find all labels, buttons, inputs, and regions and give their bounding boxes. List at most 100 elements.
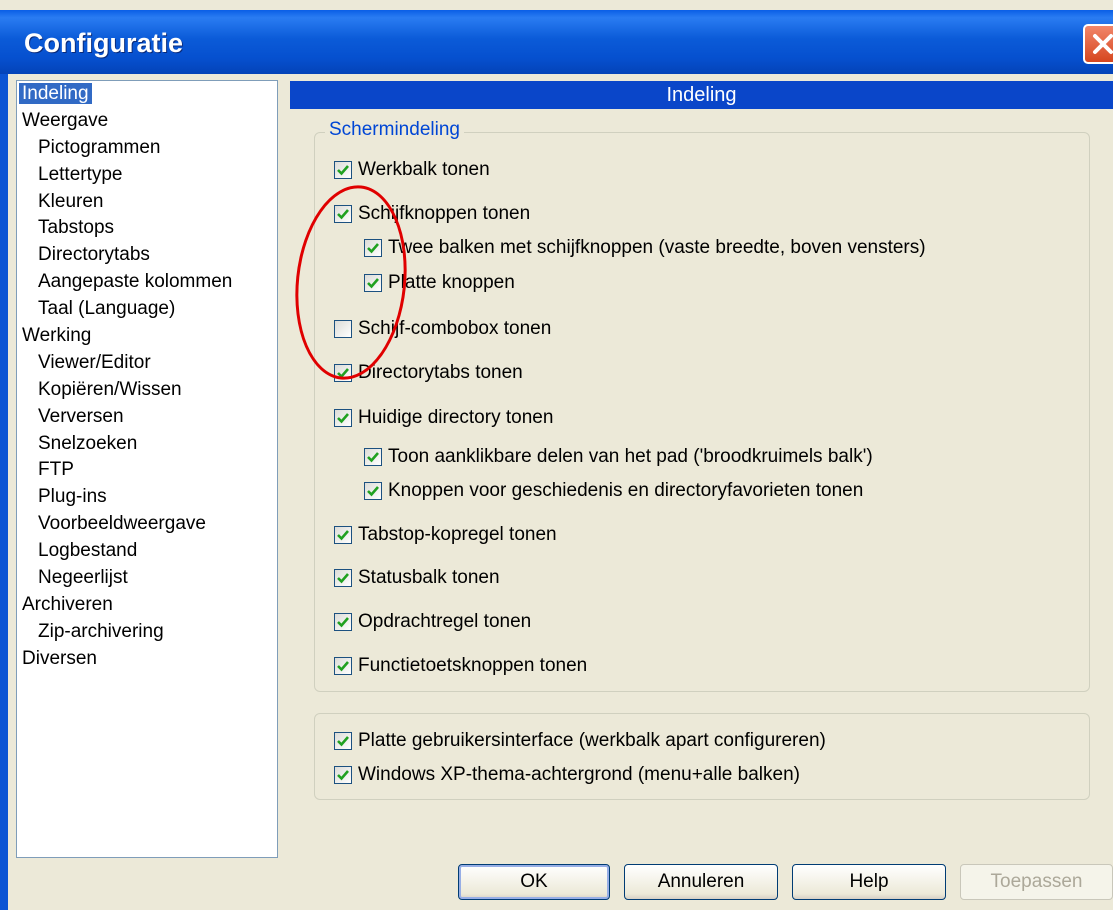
option-label: Functietoetsknoppen tonen xyxy=(358,655,588,676)
check-icon xyxy=(337,530,349,541)
option-label: Twee balken met schijfknoppen (vaste bre… xyxy=(388,237,926,258)
tree-item-label: Taal (Language) xyxy=(38,298,176,320)
check-icon xyxy=(337,661,349,672)
checkbox[interactable] xyxy=(334,732,352,750)
tree-item-label: Lettertype xyxy=(38,163,123,185)
tree-item-label: Snelzoeken xyxy=(38,432,138,454)
tree-item-label: Kleuren xyxy=(38,190,104,212)
title-bar[interactable]: Configuratie xyxy=(0,10,1113,74)
tree-item-label: Indeling xyxy=(19,83,92,104)
tree-item-label: Tabstops xyxy=(38,217,115,239)
check-icon xyxy=(337,736,349,747)
checkbox[interactable] xyxy=(334,364,352,382)
tree-item[interactable]: Werking xyxy=(17,323,277,350)
option-label: Opdrachtregel tonen xyxy=(358,611,532,632)
checkbox[interactable] xyxy=(334,657,352,675)
checkbox[interactable] xyxy=(364,482,382,500)
tree-item-label: Directorytabs xyxy=(38,244,150,266)
tree-item-label: Archiveren xyxy=(22,593,113,615)
tree-item[interactable]: Snelzoeken xyxy=(17,431,277,458)
checkbox[interactable] xyxy=(334,320,352,338)
check-icon xyxy=(337,573,349,584)
tree-item-label: Voorbeeldweergave xyxy=(38,513,206,535)
ok-button[interactable]: OK xyxy=(458,864,610,900)
checkbox[interactable] xyxy=(334,613,352,631)
tree-item-label: Werking xyxy=(22,325,92,347)
tree-item[interactable]: Logbestand xyxy=(17,538,277,565)
tree-item[interactable]: Aangepaste kolommen xyxy=(17,269,277,296)
tree-item[interactable]: Archiveren xyxy=(17,592,277,619)
tree-item[interactable]: Lettertype xyxy=(17,162,277,189)
tree-item-label: Logbestand xyxy=(38,540,138,562)
check-icon xyxy=(337,413,349,424)
tree-item[interactable]: Pictogrammen xyxy=(17,135,277,162)
tree-item-label: FTP xyxy=(38,459,74,481)
interface-group xyxy=(314,713,1090,800)
tree-item[interactable]: Negeerlijst xyxy=(17,565,277,592)
tree-item[interactable]: Indeling xyxy=(17,81,277,108)
checkbox[interactable] xyxy=(364,448,382,466)
window-frame-left xyxy=(0,74,8,910)
tree-item[interactable]: Plug-ins xyxy=(17,484,277,511)
tree-item-label: Kopiëren/Wissen xyxy=(38,378,182,400)
option-label: Knoppen voor geschiedenis en directoryfa… xyxy=(388,480,864,501)
tree-item[interactable]: Verversen xyxy=(17,404,277,431)
tree-item-label: Diversen xyxy=(22,647,97,669)
checkbox[interactable] xyxy=(334,526,352,544)
option-label: Statusbalk tonen xyxy=(358,567,500,588)
apply-button[interactable]: Toepassen xyxy=(960,864,1113,900)
tree-item[interactable]: Directorytabs xyxy=(17,242,277,269)
checkbox[interactable] xyxy=(364,274,382,292)
checkbox[interactable] xyxy=(334,205,352,223)
window-title: Configuratie xyxy=(24,28,183,58)
option-label: Schijf-combobox tonen xyxy=(358,318,552,339)
option-label: Toon aanklikbare delen van het pad ('bro… xyxy=(388,446,873,467)
option-label: Tabstop-kopregel tonen xyxy=(358,524,557,545)
check-icon xyxy=(367,486,379,497)
checkbox[interactable] xyxy=(334,409,352,427)
category-tree[interactable]: Indeling Weergave Pictogrammen Lettertype Kl… xyxy=(16,80,278,858)
tree-item-label: Plug-ins xyxy=(38,486,107,508)
option-label: Werkbalk tonen xyxy=(358,159,490,180)
checkbox[interactable] xyxy=(334,569,352,587)
option-label: Windows XP-thema-achtergrond (menu+alle … xyxy=(358,764,800,785)
cancel-button[interactable]: Annuleren xyxy=(624,864,778,900)
close-icon xyxy=(1093,34,1113,54)
tree-item-label: Pictogrammen xyxy=(38,136,161,158)
tree-item[interactable]: FTP xyxy=(17,457,277,484)
option-label: Platte knoppen xyxy=(388,272,515,293)
tree-item-label: Aangepaste kolommen xyxy=(38,271,233,293)
check-icon xyxy=(367,243,379,254)
tree-item[interactable]: Kleuren xyxy=(17,189,277,216)
check-icon xyxy=(337,770,349,781)
option-label: Huidige directory tonen xyxy=(358,407,554,428)
checkbox[interactable] xyxy=(334,161,352,179)
check-icon xyxy=(367,278,379,289)
panel-header: Indeling xyxy=(290,81,1113,109)
tree-item-label: Weergave xyxy=(22,109,109,131)
check-icon xyxy=(337,165,349,176)
tree-item[interactable]: Viewer/Editor xyxy=(17,350,277,377)
check-icon xyxy=(337,368,349,379)
tree-item[interactable]: Kopiëren/Wissen xyxy=(17,377,277,404)
help-button[interactable]: Help xyxy=(792,864,946,900)
option-label: Directorytabs tonen xyxy=(358,362,523,383)
check-icon xyxy=(337,617,349,628)
tree-item[interactable]: Zip-archivering xyxy=(17,619,277,646)
tree-item-label: Zip-archivering xyxy=(38,620,164,642)
close-button[interactable] xyxy=(1083,24,1113,64)
tree-item-label: Viewer/Editor xyxy=(38,351,151,373)
group-legend: Schermindeling xyxy=(325,119,464,141)
tree-item-label: Negeerlijst xyxy=(38,567,128,589)
tree-item[interactable]: Weergave xyxy=(17,108,277,135)
option-label: Schijfknoppen tonen xyxy=(358,203,531,224)
checkbox[interactable] xyxy=(334,766,352,784)
tree-item[interactable]: Diversen xyxy=(17,646,277,673)
check-icon xyxy=(337,209,349,220)
checkbox[interactable] xyxy=(364,239,382,257)
tree-item-label: Verversen xyxy=(38,405,124,427)
tree-item[interactable]: Voorbeeldweergave xyxy=(17,511,277,538)
tree-item[interactable]: Tabstops xyxy=(17,215,277,242)
check-icon xyxy=(367,452,379,463)
tree-item[interactable]: Taal (Language) xyxy=(17,296,277,323)
